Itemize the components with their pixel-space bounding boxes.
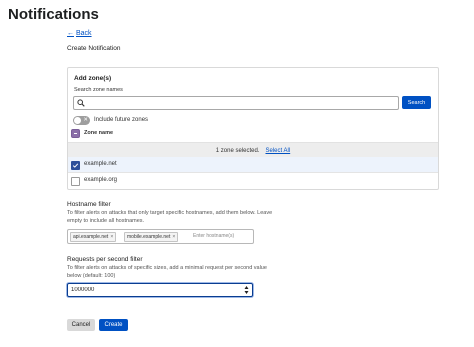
create-button[interactable]: Create: [99, 319, 128, 331]
search-icon: [77, 99, 85, 107]
rps-field[interactable]: [67, 283, 253, 297]
arrow-left-icon: ←: [67, 30, 74, 37]
zone-row[interactable]: example.org: [68, 173, 438, 188]
include-future-zones-label: Include future zones: [94, 117, 149, 123]
search-button[interactable]: Search: [402, 96, 431, 109]
zone-checkbox-checked[interactable]: [71, 161, 80, 170]
back-link-label: Back: [76, 30, 92, 37]
search-box[interactable]: [73, 96, 399, 110]
selected-count: 1 zone selected.: [215, 147, 260, 154]
zone-picker-card: Add zone(s) Search zone names Search ✕ I…: [67, 67, 439, 190]
hostname-tag-label: api.example.net: [73, 234, 109, 240]
toggle-knob: [74, 117, 81, 124]
hostname-tag-input[interactable]: api.example.net × mobile.example.net ×: [67, 229, 254, 244]
zone-checkbox[interactable]: [71, 177, 80, 186]
toggle-off-icon: ✕: [83, 117, 88, 123]
cancel-button[interactable]: Cancel: [67, 319, 95, 331]
hostname-filter-help: To filter alerts on attacks that only ta…: [67, 210, 273, 224]
hostname-tag-label: mobile.example.net: [127, 234, 171, 240]
remove-tag-icon[interactable]: ×: [110, 234, 113, 240]
zone-search-input[interactable]: [88, 97, 388, 109]
select-all-checkbox[interactable]: [71, 129, 80, 138]
zone-name: example.org: [84, 177, 118, 183]
rps-input[interactable]: [71, 284, 231, 296]
section-title: Create Notification: [67, 45, 121, 52]
zone-name: example.net: [84, 161, 117, 167]
include-future-zones-toggle[interactable]: ✕: [73, 116, 90, 125]
zone-row[interactable]: example.net: [68, 157, 438, 173]
hostname-tag: mobile.example.net ×: [124, 232, 179, 242]
hostname-tag: api.example.net ×: [70, 232, 117, 242]
zone-name-column-header: Zone name: [84, 130, 114, 136]
hostname-filter-title: Hostname filter: [67, 201, 111, 208]
check-icon: [72, 163, 79, 168]
hostname-input[interactable]: [193, 231, 249, 241]
rps-filter-help: To filter alerts on attacks of specific …: [67, 265, 267, 279]
rps-filter-title: Requests per second filter: [67, 256, 143, 263]
stepper-arrows-icon[interactable]: [244, 285, 249, 295]
select-all-link[interactable]: Select All: [266, 148, 291, 154]
remove-tag-icon[interactable]: ×: [172, 234, 175, 240]
back-link[interactable]: ← Back: [67, 30, 92, 37]
zone-picker-heading: Add zone(s): [74, 75, 112, 82]
page-title: Notifications: [8, 6, 99, 23]
search-label: Search zone names: [74, 87, 123, 93]
